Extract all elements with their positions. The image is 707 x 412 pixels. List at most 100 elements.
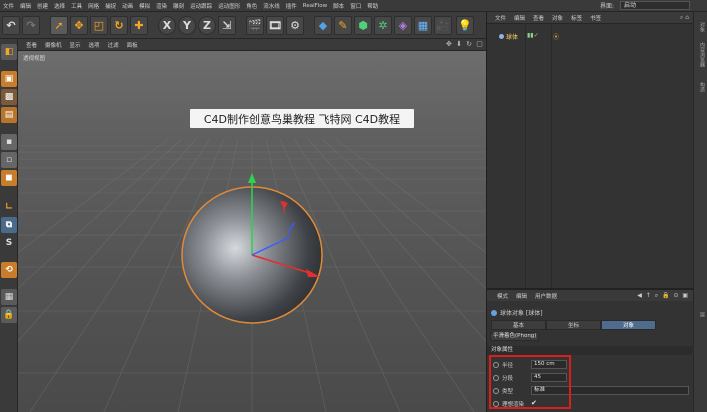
viewport-menu-panel[interactable]: 面板 xyxy=(123,41,142,49)
side-tab-objects[interactable]: 对象 xyxy=(696,22,706,32)
side-tab-structure[interactable]: 构造 xyxy=(696,82,706,92)
move-icon[interactable]: ✥ xyxy=(70,16,88,35)
make-editable-icon[interactable]: ◧ xyxy=(1,44,17,60)
menu-tools[interactable]: 工具 xyxy=(68,2,85,10)
visibility-toggle-icon[interactable]: ▮▮✓ xyxy=(527,32,539,39)
perspective-viewport[interactable]: 透视视图 C4D制作创意鸟巢教程 飞特网 C4D教程 xyxy=(18,51,486,412)
attributes-title: 球体对象 [球体] xyxy=(500,310,543,317)
obj-tab-object[interactable]: 对象 xyxy=(548,14,567,22)
column-divider xyxy=(551,25,552,288)
add-icon[interactable]: ✚ xyxy=(130,16,148,35)
render-picture-icon[interactable]: 🎞 xyxy=(266,16,284,35)
layout-label: 界面: xyxy=(600,3,615,10)
object-list[interactable] xyxy=(487,25,694,288)
obj-tab-bookmarks[interactable]: 书签 xyxy=(586,14,605,22)
render-settings-icon[interactable]: ⚙ xyxy=(286,16,304,35)
subtab-basic[interactable]: 基本 xyxy=(491,320,546,330)
menu-motion-tracking[interactable]: 运动跟踪 xyxy=(187,2,215,10)
polygons-mode-icon[interactable]: ◼ xyxy=(1,170,17,186)
attr-tab-user-data[interactable]: 用户数据 xyxy=(531,292,561,300)
world-coord-icon[interactable]: ⇲ xyxy=(218,16,236,35)
viewport-menu-filter[interactable]: 过滤 xyxy=(104,41,123,49)
menu-character[interactable]: 角色 xyxy=(243,2,260,10)
redo-icon[interactable]: ↷ xyxy=(22,16,40,35)
viewport-nav-icons[interactable]: ✥ ⬇ ↻ ▢ xyxy=(446,40,484,48)
viewport-scene xyxy=(18,138,486,412)
menu-window[interactable]: 窗口 xyxy=(347,2,364,10)
lock-icon[interactable]: 🔒 xyxy=(1,307,17,323)
obj-tab-view[interactable]: 查看 xyxy=(529,14,548,22)
menu-plugins[interactable]: 插件 xyxy=(283,2,300,10)
menu-help[interactable]: 帮助 xyxy=(364,2,381,10)
y-axis-arrow-icon[interactable] xyxy=(248,173,256,183)
menu-simulate[interactable]: 模拟 xyxy=(136,2,153,10)
x-axis-icon[interactable]: X xyxy=(158,16,176,35)
viewport-menu-camera[interactable]: 摄像机 xyxy=(41,41,66,49)
menu-create[interactable]: 创建 xyxy=(34,2,51,10)
cube-icon[interactable]: ◆ xyxy=(314,16,332,35)
viewport-menu-options[interactable]: 选项 xyxy=(85,41,104,49)
obj-search-icon[interactable]: ⌕ ⌂ xyxy=(680,14,689,22)
grid-icon[interactable]: ▦ xyxy=(1,289,17,305)
bend-deformer-icon[interactable]: ◈ xyxy=(394,16,412,35)
camera-icon[interactable]: 🎥 xyxy=(434,16,452,35)
live-select-icon[interactable]: ➚ xyxy=(50,16,68,35)
y-axis-icon[interactable]: Y xyxy=(178,16,196,35)
viewport-menu-display[interactable]: 显示 xyxy=(66,41,85,49)
menu-animate[interactable]: 动画 xyxy=(119,2,136,10)
obj-tab-tags[interactable]: 标签 xyxy=(567,14,586,22)
side-tab-layers[interactable]: 层 xyxy=(696,312,706,317)
obj-tab-edit[interactable]: 编辑 xyxy=(510,14,529,22)
render-view-icon[interactable]: 🎬 xyxy=(246,16,264,35)
viewport-label: 透视视图 xyxy=(23,56,46,62)
pen-icon[interactable]: ✎ xyxy=(334,16,352,35)
sphere-icon xyxy=(491,309,497,316)
snap-icon[interactable]: S xyxy=(1,235,17,251)
texture-mode-icon[interactable]: ▩ xyxy=(1,89,17,105)
menu-pipeline[interactable]: 流水线 xyxy=(260,2,283,10)
attributes-title-row: 球体对象 [球体] xyxy=(491,308,543,317)
attr-tab-edit[interactable]: 编辑 xyxy=(512,292,531,300)
rotate-icon[interactable]: ↻ xyxy=(110,16,128,35)
object-name[interactable]: 球体 xyxy=(506,32,518,41)
axis-mode-icon[interactable]: ∟ xyxy=(1,199,17,215)
model-mode-icon[interactable]: ▣ xyxy=(1,71,17,87)
undo-icon[interactable]: ↶ xyxy=(2,16,20,35)
menu-snap[interactable]: 捕捉 xyxy=(102,2,119,10)
menu-mograph[interactable]: 运动图形 xyxy=(215,2,243,10)
scale-icon[interactable]: ◰ xyxy=(90,16,108,35)
subtab-object[interactable]: 对象 xyxy=(601,320,656,330)
light-icon[interactable]: 💡 xyxy=(456,16,474,35)
left-tool-column: ◧ ▣ ▩ ▤ ▪ ▫ ◼ ∟ ⧉ S ⟲ ▦ 🔒 xyxy=(0,39,18,412)
viewport-menu: 查看 摄像机 显示 选项 过滤 面板 xyxy=(18,39,486,51)
menu-file[interactable]: 文件 xyxy=(0,2,17,10)
highlight-frame xyxy=(489,355,571,409)
obj-tab-file[interactable]: 文件 xyxy=(491,14,510,22)
phong-button[interactable]: 平滑着色(Phong) xyxy=(490,332,540,341)
workplane-icon[interactable]: ▤ xyxy=(1,107,17,123)
menu-select[interactable]: 选择 xyxy=(51,2,68,10)
phong-tag-icon[interactable]: ⦿ xyxy=(553,32,559,41)
layout-select[interactable]: 启动 xyxy=(620,1,690,10)
object-row-sphere[interactable]: 球体 ▮▮✓ ⦿ xyxy=(487,32,694,41)
cloner-icon[interactable]: ✲ xyxy=(374,16,392,35)
side-tab-content-browser[interactable]: 内容浏览器 xyxy=(696,42,706,67)
menu-script[interactable]: 脚本 xyxy=(330,2,347,10)
subdivision-icon[interactable]: ⬢ xyxy=(354,16,372,35)
points-mode-icon[interactable]: ▪ xyxy=(1,134,17,150)
main-toolbar: ↶ ↷ ➚ ✥ ◰ ↻ ✚ X Y Z ⇲ 🎬 🎞 ⚙ ◆ ✎ ⬢ ✲ ◈ ▦ … xyxy=(0,12,486,39)
menu-render[interactable]: 渲染 xyxy=(153,2,170,10)
viewport-menu-view[interactable]: 查看 xyxy=(22,41,41,49)
menu-sculpt[interactable]: 雕刻 xyxy=(170,2,187,10)
menu-realflow[interactable]: RealFlow xyxy=(300,3,330,9)
attr-nav-icons[interactable]: ◀ ↑ ⌕ 🔒 ⊙ ▣ xyxy=(637,292,689,300)
z-axis-icon[interactable]: Z xyxy=(198,16,216,35)
menu-edit[interactable]: 编辑 xyxy=(17,2,34,10)
attr-tab-mode[interactable]: 模式 xyxy=(493,292,512,300)
edges-mode-icon[interactable]: ▫ xyxy=(1,152,17,168)
subtab-coord[interactable]: 坐标 xyxy=(546,320,601,330)
floor-icon[interactable]: ▦ xyxy=(414,16,432,35)
menu-mesh[interactable]: 网格 xyxy=(85,2,102,10)
tweak-mode-icon[interactable]: ⧉ xyxy=(1,217,17,233)
workplane-lock-icon[interactable]: ⟲ xyxy=(1,262,17,278)
